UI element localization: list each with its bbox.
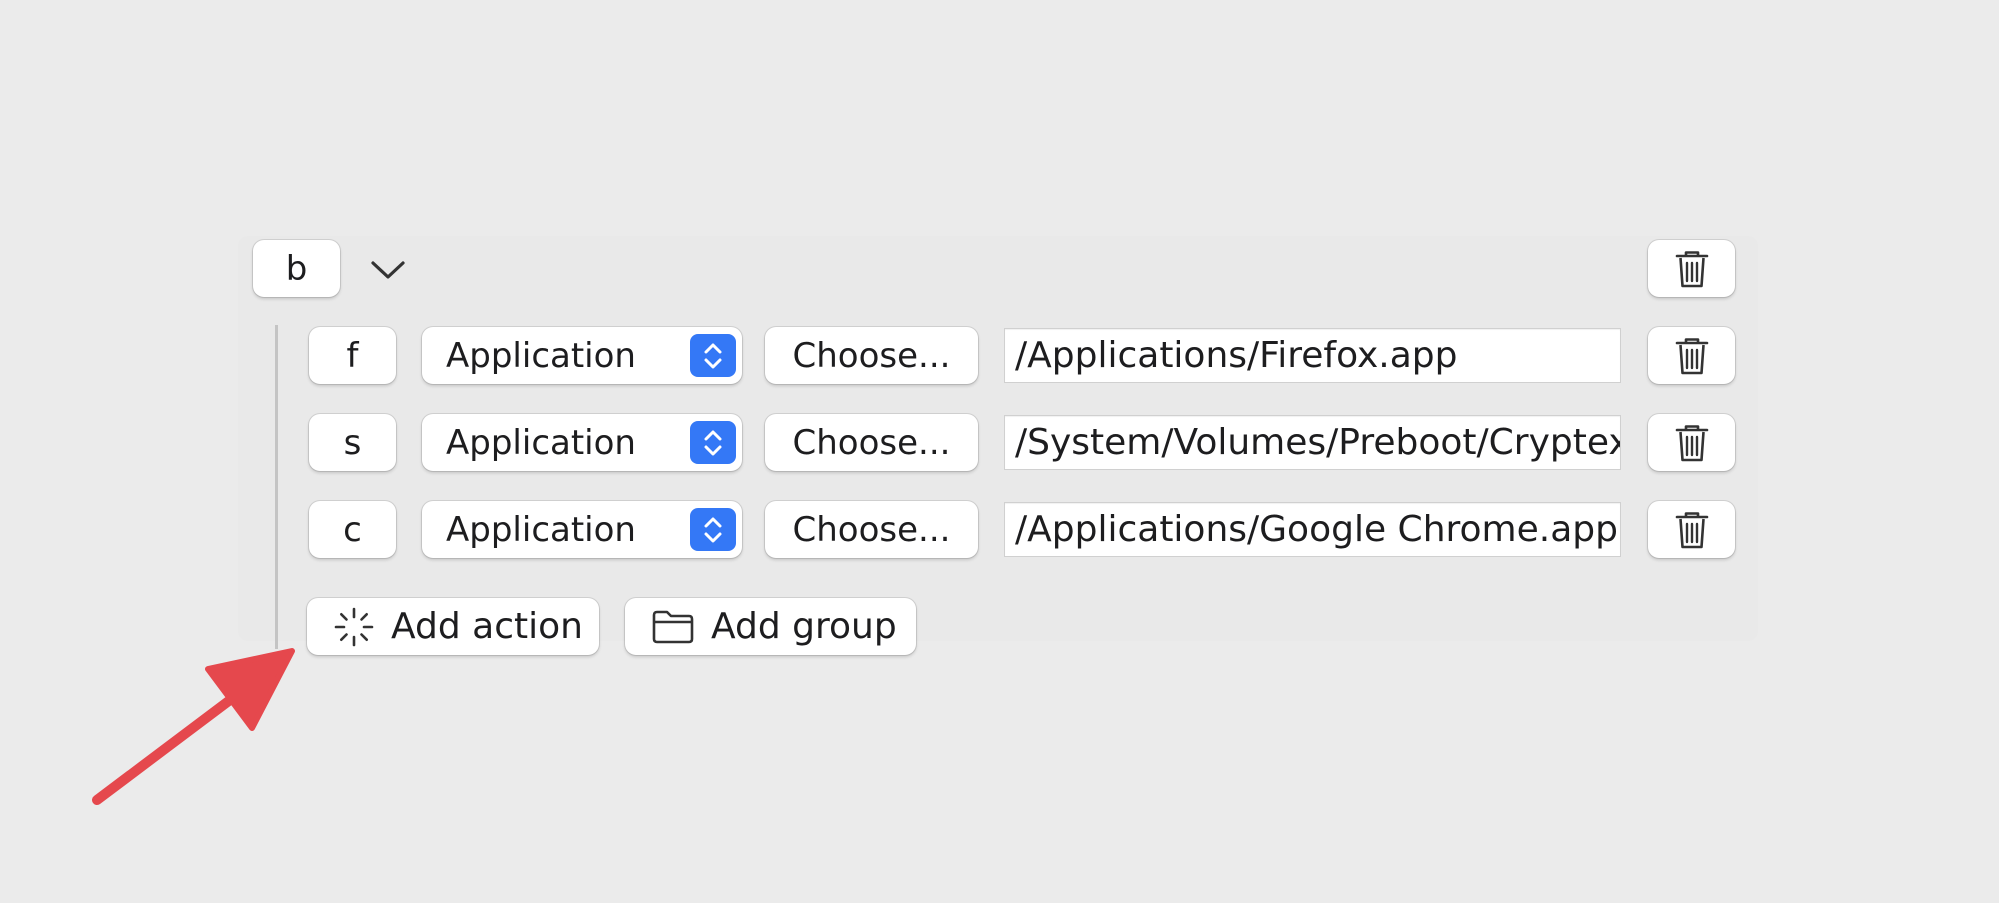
arrow-icon (92, 648, 295, 805)
